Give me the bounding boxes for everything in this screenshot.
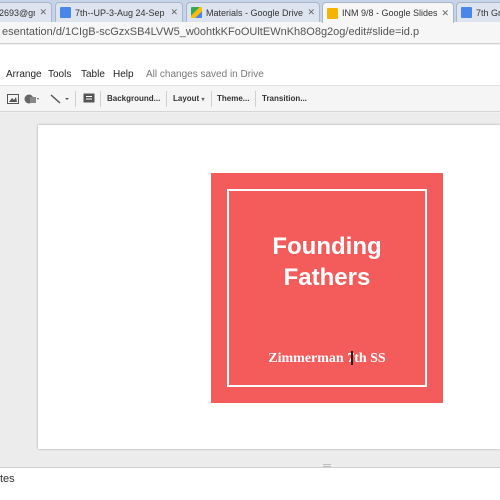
- toolbar-separator: [100, 91, 101, 107]
- browser-tab[interactable]: 7th Gra: [456, 2, 500, 22]
- toolbar-separator: [255, 91, 256, 107]
- slide-subtitle[interactable]: Zimmerman 7th SS: [211, 351, 443, 367]
- line-icon[interactable]: [50, 93, 70, 105]
- browser-tab-active[interactable]: INM 9/8 - Google Slides ✕: [322, 2, 454, 23]
- toolbar-separator: [75, 91, 76, 107]
- menu-table[interactable]: Table: [81, 69, 105, 80]
- drive-icon: [191, 7, 202, 18]
- save-status: All changes saved in Drive: [146, 69, 264, 80]
- tab-label: INM 9/8 - Google Slides: [342, 8, 438, 18]
- tab-label: Materials - Google Drive: [206, 7, 304, 18]
- slide-canvas-area: Founding Fathers Zimmerman 7th SS: [0, 113, 500, 467]
- slide[interactable]: Founding Fathers Zimmerman 7th SS: [38, 125, 500, 449]
- layout-button-label: Layout: [173, 94, 200, 103]
- docs-icon: [60, 7, 71, 18]
- image-icon[interactable]: [7, 93, 19, 105]
- background-button[interactable]: Background...: [107, 94, 160, 103]
- menu-help[interactable]: Help: [113, 69, 134, 80]
- close-icon[interactable]: ✕: [170, 7, 178, 18]
- toolbar-separator: [211, 91, 212, 107]
- docs-header-area: [0, 45, 500, 65]
- slide-title[interactable]: Founding Fathers: [211, 231, 443, 293]
- menu-arrange[interactable]: Arrange: [6, 69, 42, 80]
- menu-tools[interactable]: Tools: [48, 69, 71, 80]
- comment-icon[interactable]: [83, 93, 95, 105]
- transition-button[interactable]: Transition...: [262, 94, 307, 103]
- chevron-down-icon: ▾: [201, 97, 205, 103]
- tab-label: 2693@gr: [0, 7, 36, 18]
- url-text[interactable]: esentation/d/1CIgB-scGzxSB4LVW5_w0ohtkKF…: [2, 26, 419, 38]
- speaker-notes[interactable]: tes: [0, 467, 500, 500]
- menu-bar: Arrange Tools Table Help All changes sav…: [0, 65, 500, 85]
- browser-tab[interactable]: 2693@gr ✕: [0, 2, 52, 22]
- browser-tab[interactable]: 7th--UP-3-Aug 24-Sep 1( ✕: [55, 2, 183, 22]
- address-bar[interactable]: esentation/d/1CIgB-scGzxSB4LVW5_w0ohtkKF…: [0, 22, 500, 44]
- notes-label: tes: [0, 473, 15, 485]
- tab-label: 7th Gra: [476, 7, 500, 18]
- close-icon[interactable]: ✕: [307, 7, 315, 18]
- docs-icon: [461, 7, 472, 18]
- close-icon[interactable]: ✕: [441, 8, 449, 19]
- browser-tab[interactable]: Materials - Google Drive ✕: [186, 2, 320, 22]
- title-card[interactable]: Founding Fathers Zimmerman 7th SS: [211, 173, 443, 403]
- browser-tab-strip: 2693@gr ✕ 7th--UP-3-Aug 24-Sep 1( ✕ Mate…: [0, 0, 500, 23]
- layout-button[interactable]: Layout ▾: [173, 94, 204, 103]
- slides-icon: [327, 7, 338, 19]
- title-line-1: Founding: [272, 233, 382, 260]
- toolbar-separator: [166, 91, 167, 107]
- tab-label: 7th--UP-3-Aug 24-Sep 1(: [75, 7, 167, 18]
- title-line-2: Fathers: [283, 264, 371, 291]
- close-icon[interactable]: ✕: [39, 7, 47, 18]
- theme-button[interactable]: Theme...: [217, 94, 249, 103]
- text-cursor: [351, 351, 353, 365]
- toolbar: Background... Layout ▾ Theme... Transiti…: [0, 85, 500, 112]
- shape-icon[interactable]: [24, 93, 40, 105]
